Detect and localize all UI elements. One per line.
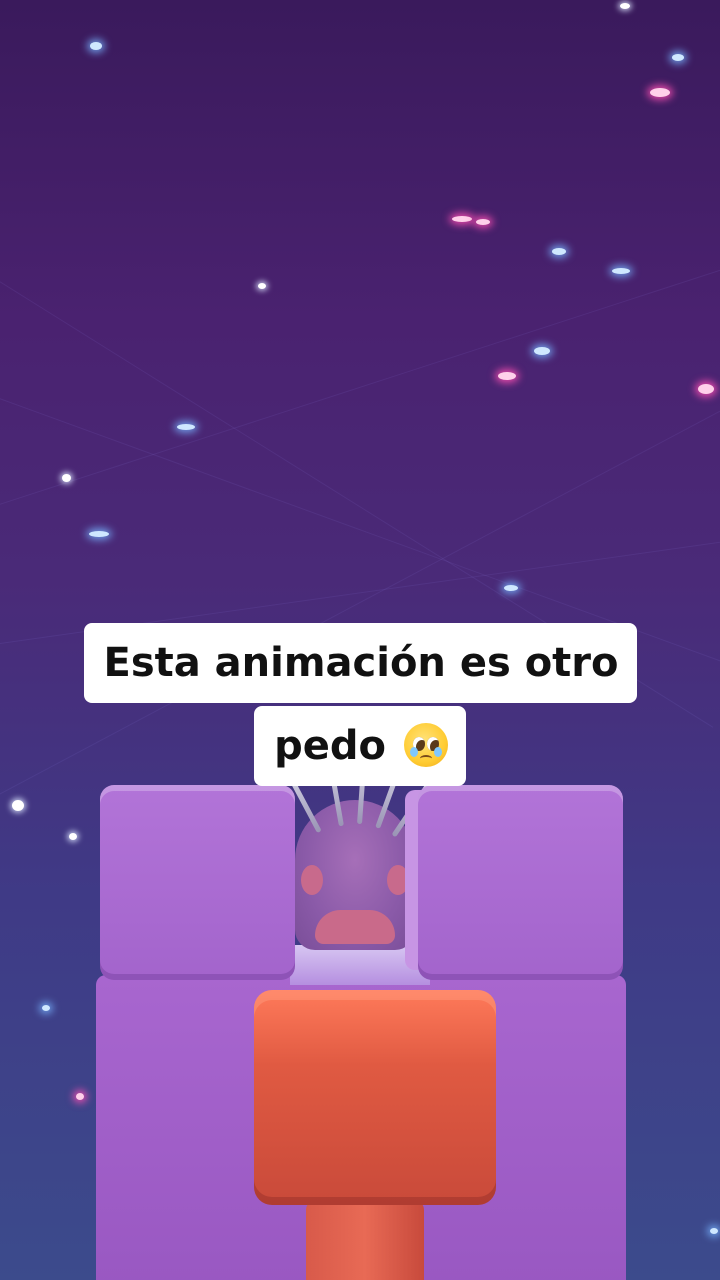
sparkle <box>552 248 566 255</box>
sparkle <box>76 1093 84 1100</box>
caption-line-2: pedo <box>254 706 466 786</box>
sparkle <box>698 384 714 394</box>
caption-line-2-wrap: pedo <box>0 706 720 786</box>
sparkle <box>710 1228 718 1234</box>
sparkle <box>69 833 77 840</box>
creature-mouth <box>315 910 395 944</box>
hammer-handle <box>306 1200 424 1280</box>
purple-block-left <box>100 785 295 980</box>
sparkle <box>620 3 630 9</box>
sparkle <box>452 216 472 222</box>
pleading-face-emoji-icon <box>403 723 448 767</box>
caption-line-1: Esta animación es otro <box>83 623 637 703</box>
creature-cheek <box>301 865 323 895</box>
sparkle <box>12 800 24 811</box>
sparkle <box>62 474 71 482</box>
sparkle <box>476 219 490 225</box>
emoji-tear <box>409 747 418 757</box>
sparkle <box>650 88 670 97</box>
purple-block-right <box>418 785 623 980</box>
spiky-creature <box>284 753 435 950</box>
sparkle <box>672 54 684 61</box>
sparkle <box>177 424 195 430</box>
emoji-mouth <box>419 755 432 762</box>
sparkle <box>258 283 266 289</box>
sparkle <box>498 372 516 380</box>
sparkle <box>90 42 102 50</box>
sparkle <box>89 531 109 537</box>
hammer-head <box>254 990 496 1205</box>
sparkle <box>504 585 518 591</box>
caption-line-1-wrap: Esta animación es otro <box>0 623 720 703</box>
sparkle <box>534 347 550 355</box>
caption-line-2-text: pedo <box>274 723 386 769</box>
sparkle <box>42 1005 50 1011</box>
sparkle <box>612 268 630 274</box>
grid-line <box>0 241 720 521</box>
emoji-tear <box>433 747 442 757</box>
